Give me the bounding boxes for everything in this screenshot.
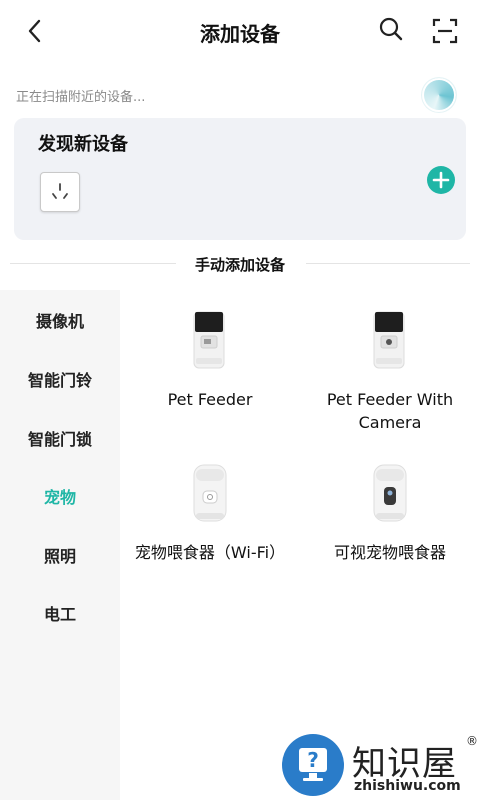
category-sidebar: 摄像机 智能门铃 智能门锁 宠物 照明 电工: [0, 290, 120, 800]
product-label: 宠物喂食器（Wi-Fi）: [134, 543, 286, 562]
category-electrical[interactable]: 电工: [0, 601, 120, 625]
plus-icon: [432, 171, 450, 189]
scan-icon: [432, 18, 458, 44]
product-label: Pet Feeder With Camera: [326, 390, 454, 432]
product-pet-feeder[interactable]: Pet Feeder: [126, 300, 294, 440]
pet-feeder-camera-icon: [373, 311, 405, 369]
scan-status-text: 正在扫描附近的设备...: [16, 90, 146, 105]
watermark-circle: ?: [282, 734, 344, 796]
pet-feeder-wifi-icon: [193, 464, 227, 522]
found-devices-title: 发现新设备: [38, 134, 128, 155]
divider-line-right: [306, 263, 470, 264]
video-pet-feeder-icon: [373, 464, 407, 522]
scanning-spinner-icon: [422, 78, 456, 112]
category-door-lock[interactable]: 智能门锁: [0, 426, 120, 450]
watermark-url: zhishiwu.com: [354, 778, 461, 794]
scan-button[interactable]: [430, 16, 460, 46]
product-label: 可视宠物喂食器: [333, 543, 446, 562]
power-socket-icon: [52, 183, 68, 199]
product-label: Pet Feeder: [167, 390, 253, 409]
product-pet-feeder-wifi[interactable]: 宠物喂食器（Wi-Fi）: [126, 455, 294, 575]
category-doorbell[interactable]: 智能门铃: [0, 367, 120, 391]
watermark-logo: ? 知识屋 ® zhishiwu.com: [278, 734, 480, 800]
found-devices-card: 发现新设备: [14, 118, 466, 240]
category-camera[interactable]: 摄像机: [0, 308, 120, 332]
search-icon: [379, 17, 403, 41]
search-button[interactable]: [376, 14, 406, 44]
discovered-device[interactable]: [40, 172, 80, 212]
top-bar: 添加设备: [0, 0, 480, 62]
help-monitor-icon: ?: [299, 748, 327, 781]
category-lighting[interactable]: 照明: [0, 543, 120, 567]
watermark-registered: ®: [466, 734, 478, 748]
category-pet[interactable]: 宠物: [0, 484, 120, 508]
product-video-pet-feeder[interactable]: 可视宠物喂食器: [306, 455, 474, 575]
manual-add-divider: 手动添加设备: [10, 252, 470, 274]
product-pet-feeder-camera[interactable]: Pet Feeder With Camera: [306, 300, 474, 440]
add-device-button[interactable]: [427, 166, 455, 194]
manual-add-title: 手动添加设备: [194, 256, 285, 274]
svg-text:?: ?: [307, 748, 319, 772]
pet-feeder-icon: [193, 311, 225, 369]
page-title: 添加设备: [200, 22, 280, 46]
